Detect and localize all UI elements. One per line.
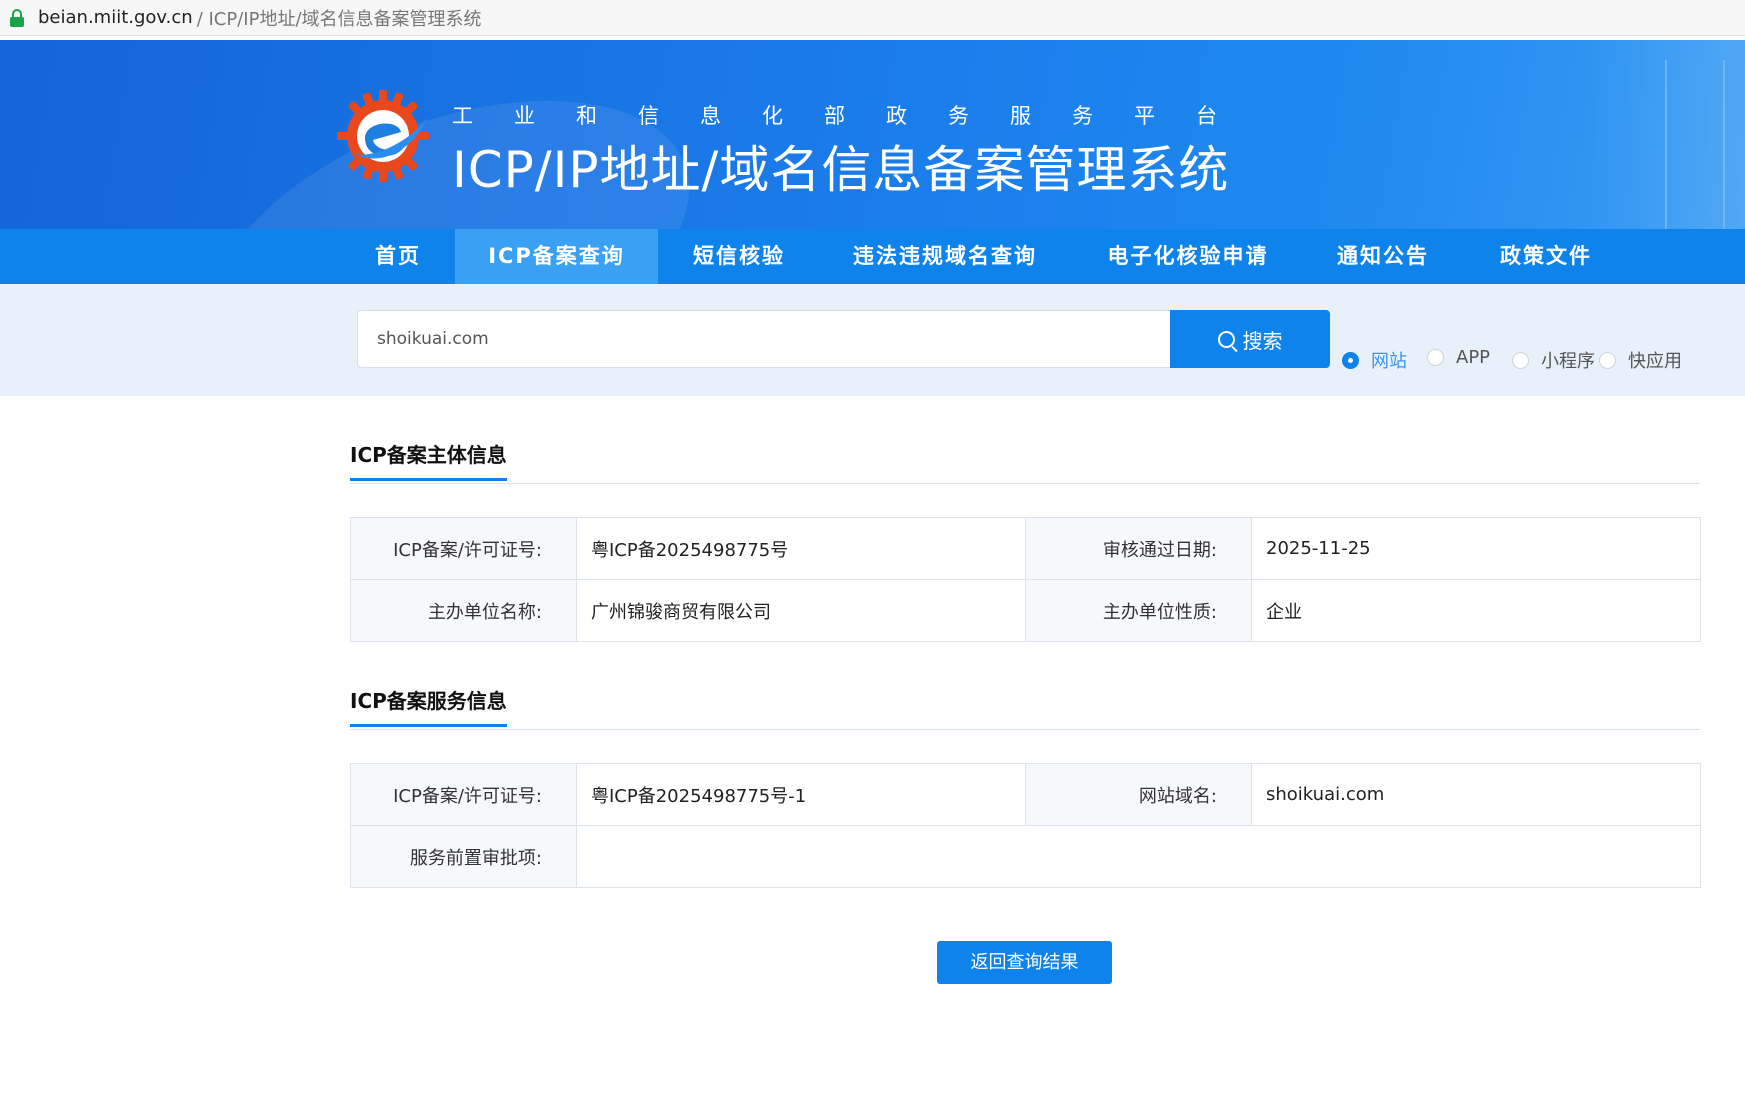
search-input[interactable]: shoikuai.com (357, 310, 1172, 368)
address-host: beian.miit.gov.cn (38, 7, 193, 28)
back-to-results-button[interactable]: 返回查询结果 (937, 941, 1112, 984)
subject-info-table: ICP备案/许可证号: 粤ICP备2025498775号 审核通过日期: 202… (350, 517, 1701, 642)
nav-item-home[interactable]: 首页 (352, 229, 444, 284)
radio-quick-app[interactable]: 快应用 (1599, 347, 1682, 373)
search-area: shoikuai.com 搜索 网站 APP 小程序 快应用 (0, 284, 1745, 396)
radio-dot-icon (1427, 349, 1444, 366)
cell-value: 2025-11-25 (1251, 517, 1701, 580)
table-row: ICP备案/许可证号: 粤ICP备2025498775号 审核通过日期: 202… (350, 517, 1701, 580)
search-button-label: 搜索 (1242, 328, 1283, 353)
lock-icon (10, 8, 24, 27)
search-button[interactable]: 搜索 (1170, 310, 1330, 368)
radio-dot-icon (1512, 351, 1529, 369)
cell-value (576, 825, 1701, 888)
address-bar[interactable]: beian.miit.gov.cn / ICP/IP地址/域名信息备案管理系统 (0, 0, 1745, 36)
nav-item-sms-verify[interactable]: 短信核验 (680, 229, 798, 284)
radio-website[interactable]: 网站 (1342, 347, 1407, 373)
cell-value: 企业 (1251, 579, 1701, 642)
radio-app[interactable]: APP (1427, 347, 1490, 368)
cell-label: 服务前置审批项: (350, 825, 577, 888)
section-divider (350, 729, 1700, 730)
platform-name: 工业和信息化部政务服务平台 (452, 104, 1258, 128)
radio-dot-icon (1342, 351, 1359, 369)
skyline-decoration (1665, 60, 1725, 230)
section-divider (350, 483, 1700, 484)
nav-item-e-verify[interactable]: 电子化核验申请 (1098, 229, 1278, 284)
cell-value: 粤ICP备2025498775号 (576, 517, 1026, 580)
nav-item-policies[interactable]: 政策文件 (1493, 229, 1599, 284)
cell-label: ICP备案/许可证号: (350, 517, 577, 580)
cell-label: 主办单位性质: (1025, 579, 1252, 642)
search-icon (1217, 330, 1235, 348)
header-banner: 工业和信息化部政务服务平台 ICP/IP地址/域名信息备案管理系统 (0, 40, 1745, 230)
address-path: / ICP/IP地址/域名信息备案管理系统 (196, 8, 482, 30)
radio-mini-program[interactable]: 小程序 (1512, 347, 1595, 373)
cell-label: ICP备案/许可证号: (350, 763, 577, 826)
nav-item-notices[interactable]: 通知公告 (1330, 229, 1436, 284)
system-title: ICP/IP地址/域名信息备案管理系统 (452, 141, 1230, 199)
cell-label: 网站域名: (1025, 763, 1252, 826)
miit-logo-icon (337, 90, 429, 182)
cell-value: shoikuai.com (1251, 763, 1701, 826)
cell-value: 广州锦骏商贸有限公司 (576, 579, 1026, 642)
nav-item-icp-query[interactable]: ICP备案查询 (455, 229, 658, 284)
nav-item-illegal-domain[interactable]: 违法违规域名查询 (845, 229, 1045, 284)
main-nav: 首页 ICP备案查询 短信核验 违法违规域名查询 电子化核验申请 通知公告 政策… (0, 229, 1745, 284)
cell-label: 审核通过日期: (1025, 517, 1252, 580)
cell-value: 粤ICP备2025498775号-1 (576, 763, 1026, 826)
cell-label: 主办单位名称: (350, 579, 577, 642)
table-row: ICP备案/许可证号: 粤ICP备2025498775号-1 网站域名: sho… (350, 763, 1701, 826)
table-row: 服务前置审批项: (350, 825, 1701, 888)
service-info-table: ICP备案/许可证号: 粤ICP备2025498775号-1 网站域名: sho… (350, 763, 1701, 888)
section-title-service: ICP备案服务信息 (350, 685, 507, 727)
table-row: 主办单位名称: 广州锦骏商贸有限公司 主办单位性质: 企业 (350, 579, 1701, 642)
section-title-subject: ICP备案主体信息 (350, 439, 507, 481)
radio-dot-icon (1599, 351, 1616, 369)
